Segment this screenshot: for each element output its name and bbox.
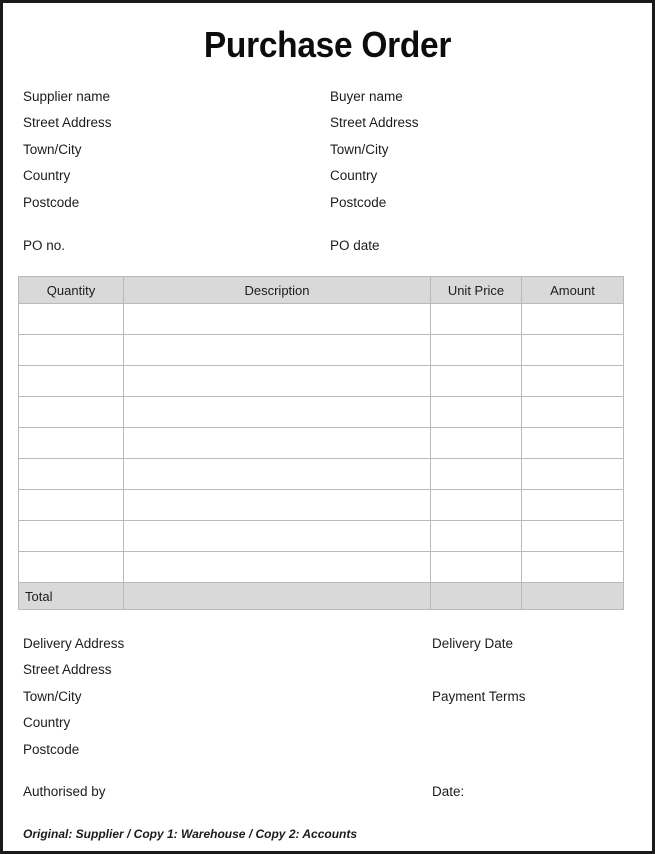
supplier-street-label: Street Address [23, 115, 112, 131]
delivery-address-label: Delivery Address [23, 636, 125, 651]
cell-unit-price[interactable] [430, 396, 522, 428]
table-row[interactable] [18, 458, 624, 490]
cell-quantity[interactable] [18, 334, 124, 366]
cell-quantity[interactable] [18, 396, 124, 428]
cell-quantity[interactable] [18, 551, 124, 583]
buyer-street-label: Street Address [330, 115, 419, 131]
column-header-description: Description [123, 276, 431, 304]
purchase-order-page: Purchase Order Supplier name Buyer name … [0, 0, 655, 854]
table-row[interactable] [18, 489, 624, 521]
po-date-label: PO date [330, 237, 380, 253]
payment-terms-label: Payment Terms [432, 688, 526, 704]
cell-unit-price[interactable] [430, 334, 522, 366]
party-row: Street Address Street Address [23, 115, 623, 141]
page-title: Purchase Order [203, 24, 452, 65]
buyer-country-label: Country [330, 168, 378, 184]
delivery-date-label: Delivery Date [432, 636, 514, 651]
cell-amount[interactable] [521, 489, 624, 521]
cell-description[interactable] [123, 520, 431, 552]
cell-amount[interactable] [521, 551, 624, 583]
delivery-row: Delivery Address Delivery Date [23, 636, 623, 662]
signature-date-label: Date: [432, 783, 465, 799]
delivery-section: Delivery Address Delivery Date Street Ad… [23, 636, 623, 808]
cell-quantity[interactable] [18, 427, 124, 459]
po-meta-row: PO no. PO date [23, 238, 623, 262]
cell-description[interactable] [123, 334, 431, 366]
cell-description[interactable] [123, 489, 431, 521]
delivery-row: Postcode [23, 742, 623, 768]
cell-description[interactable] [123, 551, 431, 583]
cell-quantity[interactable] [18, 520, 124, 552]
parties-section: Supplier name Buyer name Street Address … [23, 89, 623, 262]
buyer-name-label: Buyer name [330, 89, 403, 104]
table-row[interactable] [18, 334, 624, 366]
total-spacer-cell-1 [123, 582, 431, 610]
cell-amount[interactable] [521, 520, 624, 552]
cell-unit-price[interactable] [430, 427, 522, 459]
delivery-street-label: Street Address [23, 662, 112, 678]
party-row: Postcode Postcode [23, 195, 623, 221]
cell-unit-price[interactable] [430, 365, 522, 397]
cell-amount[interactable] [521, 458, 624, 490]
line-items-table: Quantity Description Unit Price Amount T… [18, 276, 624, 610]
cell-description[interactable] [123, 303, 431, 335]
delivery-row: Town/City Payment Terms [23, 689, 623, 715]
supplier-name-label: Supplier name [23, 89, 111, 104]
cell-amount[interactable] [521, 396, 624, 428]
delivery-town-label: Town/City [23, 688, 82, 704]
column-header-unit-price: Unit Price [430, 276, 522, 304]
table-row[interactable] [18, 365, 624, 397]
line-items-header: Quantity Description Unit Price Amount [18, 276, 624, 304]
cell-amount[interactable] [521, 427, 624, 459]
cell-amount[interactable] [521, 334, 624, 366]
cell-unit-price[interactable] [430, 458, 522, 490]
table-header-row: Quantity Description Unit Price Amount [18, 276, 624, 304]
buyer-postcode-label: Postcode [330, 194, 387, 210]
party-row: Town/City Town/City [23, 142, 623, 168]
authorisation-row: Authorised by Date: [23, 784, 623, 808]
supplier-postcode-label: Postcode [23, 194, 80, 210]
cell-unit-price[interactable] [430, 489, 522, 521]
cell-unit-price[interactable] [430, 551, 522, 583]
po-number-label: PO no. [23, 237, 66, 253]
table-total-row: Total [18, 582, 624, 610]
party-row: Country Country [23, 168, 623, 194]
supplier-town-label: Town/City [23, 141, 82, 157]
cell-amount[interactable] [521, 303, 624, 335]
table-row[interactable] [18, 427, 624, 459]
supplier-country-label: Country [23, 168, 71, 184]
total-label: Total [18, 582, 124, 610]
table-row[interactable] [18, 520, 624, 552]
cell-description[interactable] [123, 365, 431, 397]
cell-quantity[interactable] [18, 458, 124, 490]
total-spacer-cell-3 [521, 582, 624, 610]
cell-unit-price[interactable] [430, 520, 522, 552]
cell-description[interactable] [123, 458, 431, 490]
authorised-by-label: Authorised by [23, 783, 106, 799]
distribution-note: Original: Supplier / Copy 1: Warehouse /… [23, 827, 358, 841]
delivery-country-label: Country [23, 715, 71, 731]
buyer-town-label: Town/City [330, 141, 389, 157]
cell-quantity[interactable] [18, 489, 124, 521]
line-items-body: Total [18, 303, 624, 610]
column-header-quantity: Quantity [18, 276, 124, 304]
table-row[interactable] [18, 551, 624, 583]
party-row: Supplier name Buyer name [23, 89, 623, 115]
delivery-row: Country [23, 715, 623, 741]
total-spacer-cell-2 [430, 582, 522, 610]
cell-quantity[interactable] [18, 365, 124, 397]
cell-amount[interactable] [521, 365, 624, 397]
delivery-row: Street Address [23, 662, 623, 688]
cell-quantity[interactable] [18, 303, 124, 335]
column-header-amount: Amount [521, 276, 624, 304]
cell-description[interactable] [123, 396, 431, 428]
cell-unit-price[interactable] [430, 303, 522, 335]
table-row[interactable] [18, 396, 624, 428]
cell-description[interactable] [123, 427, 431, 459]
delivery-postcode-label: Postcode [23, 741, 80, 757]
table-row[interactable] [18, 303, 624, 335]
